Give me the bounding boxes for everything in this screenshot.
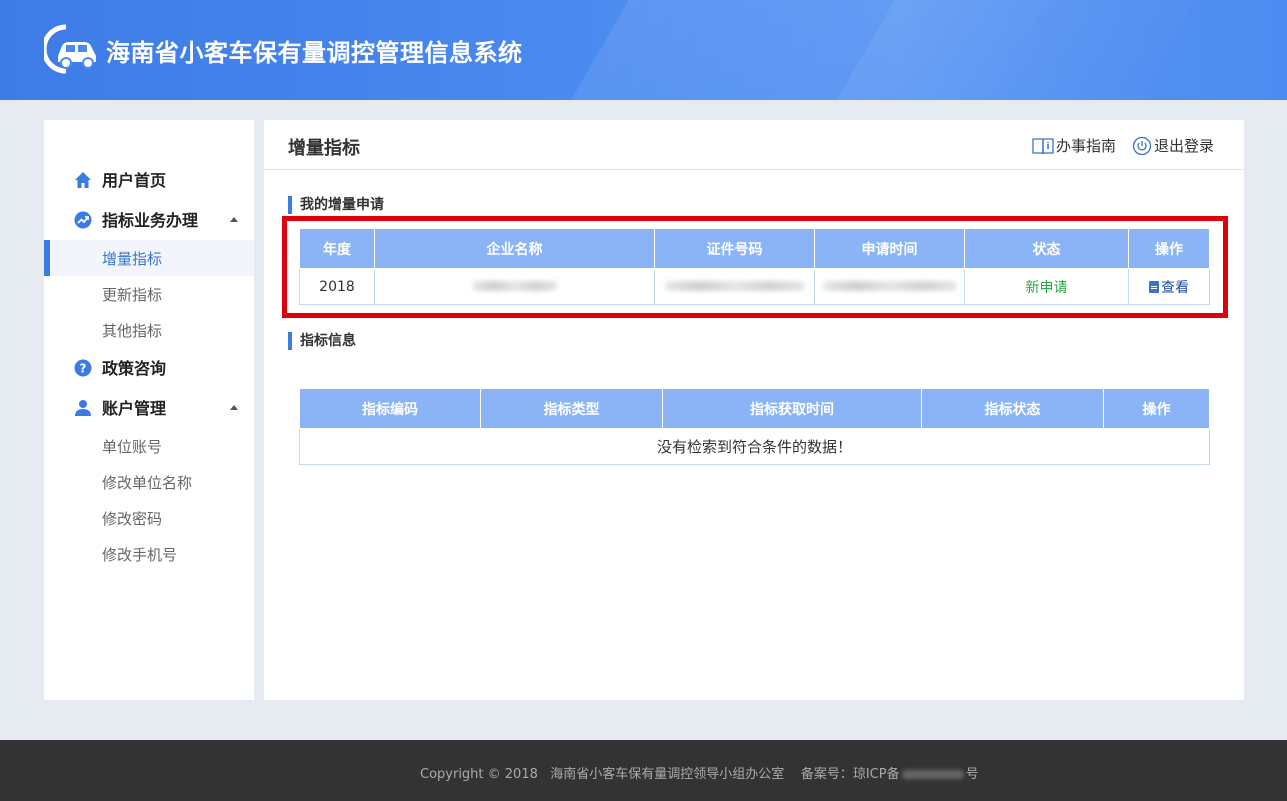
section-title-my-applications: 我的增量申请	[288, 196, 384, 214]
column-header: 指标获取时间	[662, 388, 922, 429]
sidebar-item-label: 用户首页	[102, 171, 167, 190]
svg-text:?: ?	[80, 362, 87, 376]
main-panel: 增量指标 i 办事指南 退出登录 我的增量申请 年度 企业名称 证件号码 申请时…	[264, 120, 1244, 700]
home-icon	[75, 172, 91, 188]
icp-number-redacted	[901, 770, 964, 779]
sidebar-subitem-change-phone[interactable]: 修改手机号	[44, 536, 254, 572]
column-header: 指标类型	[480, 388, 663, 429]
user-icon	[75, 400, 91, 416]
sidebar-subitem-increment[interactable]: 增量指标	[44, 240, 254, 276]
table-header-row: 指标编码 指标类型 指标获取时间 指标状态 操作	[299, 388, 1210, 429]
sidebar-item-policy[interactable]: ? 政策咨询	[44, 349, 254, 385]
section-title-quota-info: 指标信息	[288, 332, 356, 350]
header-banner: 海南省小客车保有量调控管理信息系统	[0, 0, 1287, 100]
collapse-arrow-icon[interactable]	[230, 217, 238, 222]
svg-text:i: i	[1046, 142, 1049, 152]
sidebar-subitem-other[interactable]: 其他指标	[44, 312, 254, 348]
question-icon: ?	[74, 359, 92, 377]
sidebar-item-label: 指标业务办理	[102, 211, 199, 230]
sidebar-item-label: 政策咨询	[102, 359, 167, 378]
sidebar-item-account[interactable]: 账户管理	[44, 389, 254, 425]
empty-message: 没有检索到符合条件的数据！	[299, 428, 1210, 465]
trend-icon	[74, 211, 92, 229]
column-header: 操作	[1103, 388, 1210, 429]
sidebar-item-business[interactable]: 指标业务办理	[44, 201, 254, 237]
book-icon: i	[1032, 137, 1054, 154]
car-logo-icon	[44, 24, 96, 74]
main-header: 增量指标 i 办事指南 退出登录	[264, 120, 1244, 170]
guide-link[interactable]: i 办事指南	[1032, 135, 1116, 156]
page-title: 增量指标	[288, 138, 360, 159]
copyright-text: Copyright © 2018	[420, 767, 538, 782]
sidebar-item-home[interactable]: 用户首页	[44, 161, 254, 197]
logout-link[interactable]: 退出登录	[1132, 135, 1214, 156]
sidebar-item-label: 账户管理	[102, 399, 167, 418]
table-row: 没有检索到符合条件的数据！	[299, 428, 1210, 465]
sidebar-subitem-unit-account[interactable]: 单位账号	[44, 428, 254, 464]
collapse-arrow-icon[interactable]	[230, 405, 238, 410]
column-header: 指标状态	[921, 388, 1104, 429]
footer-line: Copyright © 2018 海南省小客车保有量调控领导小组办公室 备案号：…	[420, 763, 979, 782]
sidebar-subitem-renewal[interactable]: 更新指标	[44, 276, 254, 312]
column-header: 指标编码	[299, 388, 481, 429]
highlight-annotation	[282, 216, 1228, 318]
quota-info-table: 指标编码 指标类型 指标获取时间 指标状态 操作 没有检索到符合条件的数据！	[299, 388, 1210, 465]
sidebar: 用户首页 指标业务办理 增量指标 更新指标 其他指标 ? 政策咨询 账户管理 单…	[44, 120, 254, 700]
sidebar-subitem-change-password[interactable]: 修改密码	[44, 500, 254, 536]
org-name: 海南省小客车保有量调控领导小组办公室	[550, 767, 785, 782]
footer: Copyright © 2018 海南省小客车保有量调控领导小组办公室 备案号：…	[0, 740, 1287, 801]
icp-suffix: 号	[965, 767, 979, 782]
site-title: 海南省小客车保有量调控管理信息系统	[106, 39, 523, 67]
icp-prefix: 备案号：琼ICP备	[800, 767, 900, 782]
sidebar-subitem-rename-unit[interactable]: 修改单位名称	[44, 464, 254, 500]
power-icon	[1132, 136, 1152, 155]
